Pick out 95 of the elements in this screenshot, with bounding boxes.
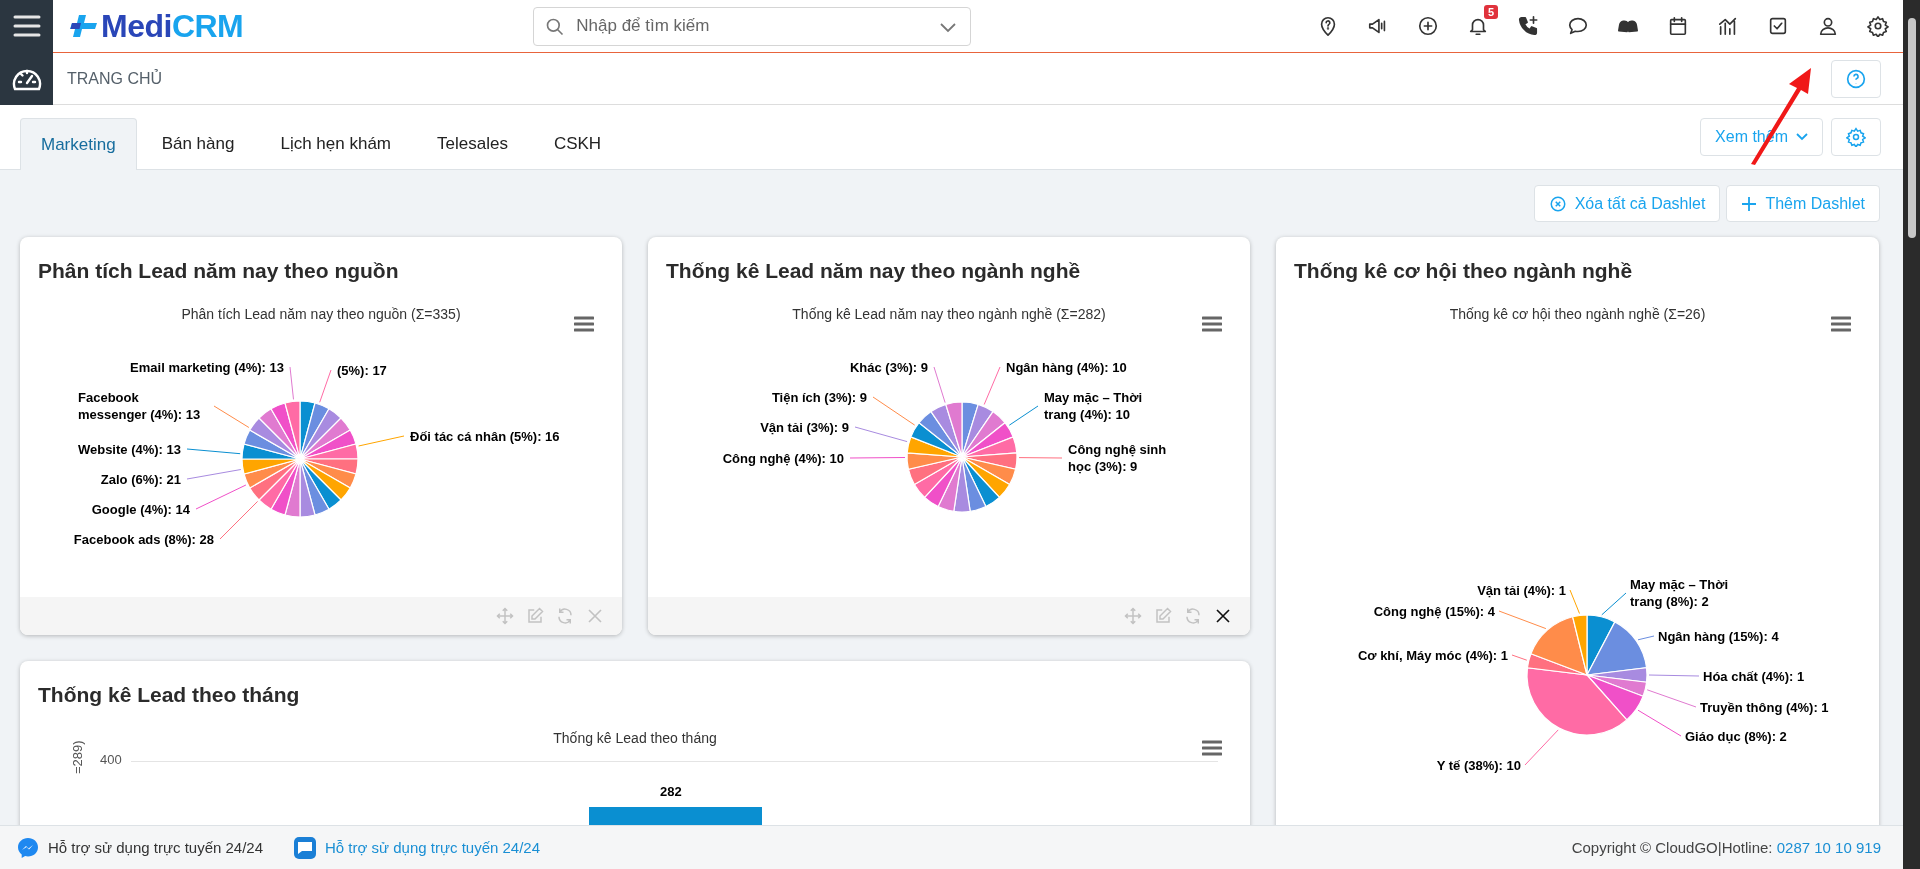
data-label: (5%): 17 xyxy=(337,361,387,379)
page-title: TRANG CHỦ xyxy=(67,69,163,88)
leader-line xyxy=(1648,674,1700,677)
messenger-icon[interactable] xyxy=(16,835,40,860)
axis-tick-label: 400 xyxy=(100,752,122,767)
help-icon xyxy=(1846,68,1866,89)
add-icon[interactable] xyxy=(1417,15,1439,37)
data-label: Facebook ads (8%): 28 xyxy=(73,530,214,548)
cross-logo-icon xyxy=(69,13,99,39)
support-link[interactable]: Hỗ trợ sử dụng trực tuyến 24/24 xyxy=(48,839,264,856)
chart-title: Phân tích Lead năm nay theo nguồn (Σ=335) xyxy=(181,306,461,322)
data-label: Giáo dục (8%): 2 xyxy=(1685,727,1787,745)
chart-icon[interactable] xyxy=(1717,15,1739,37)
data-label: 282 xyxy=(660,784,682,799)
chevron-down-icon xyxy=(1796,133,1808,141)
data-label: Google (4%): 14 xyxy=(91,500,190,518)
axis-title: =289) xyxy=(70,740,85,774)
calendar-icon[interactable] xyxy=(1667,15,1689,37)
chat-app-icon[interactable] xyxy=(293,835,318,860)
tab[interactable]: CSKH xyxy=(532,118,623,169)
chevron-down-icon[interactable] xyxy=(939,20,958,33)
chart-title: Thống kê Lead năm nay theo ngành nghề (Σ=282) xyxy=(792,306,1106,322)
leader-line xyxy=(933,366,946,404)
scrollbar[interactable] xyxy=(1903,0,1920,869)
tab[interactable]: Marketing xyxy=(20,118,137,170)
leader-line xyxy=(1018,457,1063,459)
notification-badge: 5 xyxy=(1483,5,1498,19)
settings-button[interactable] xyxy=(1831,118,1881,156)
chart-menu-icon[interactable] xyxy=(1202,740,1222,756)
user-icon[interactable] xyxy=(1817,15,1839,37)
data-label: Công nghệ (4%): 10 xyxy=(722,449,844,467)
data-label: Facebook messenger (4%): 13 xyxy=(78,389,202,423)
data-label: Email marketing (4%): 13 xyxy=(130,358,284,376)
dashlet-title: Thống kê Lead theo tháng xyxy=(37,682,301,708)
data-label: Website (4%): 13 xyxy=(77,440,181,458)
leader-line xyxy=(1637,635,1655,641)
leader-line xyxy=(1498,610,1547,630)
menu-icon[interactable] xyxy=(12,14,41,38)
data-label: Khác (3%): 9 xyxy=(849,358,928,376)
data-label: Truyền thông (4%): 1 xyxy=(1700,698,1829,716)
search-field[interactable]: Nhập để tìm kiếm xyxy=(533,6,972,46)
settings-icon[interactable] xyxy=(1867,15,1889,37)
checkbox-icon[interactable] xyxy=(1767,15,1789,37)
data-label: Công nghệ sinh học (3%): 9 xyxy=(1068,441,1168,475)
dashlet-title: Thống kê cơ hội theo ngành nghề xyxy=(1293,258,1634,284)
close-circle-icon xyxy=(1548,194,1567,213)
support-link[interactable]: Hỗ trợ sử dụng trực tuyến 24/24 xyxy=(325,839,541,856)
settings-icon xyxy=(1846,127,1866,147)
help-button[interactable] xyxy=(1831,59,1881,98)
tab[interactable]: Telesales xyxy=(416,118,529,169)
leader-line xyxy=(1008,405,1039,426)
add-dashlet-button[interactable]: Thêm Dashlet xyxy=(1726,185,1880,222)
tab[interactable]: Bán hàng xyxy=(140,118,256,169)
chat-bubble-icon[interactable] xyxy=(1567,15,1589,37)
chart-title: Thống kê Lead theo tháng xyxy=(553,730,717,746)
leader-line xyxy=(1524,729,1559,766)
leader-line xyxy=(319,369,332,403)
clear-dashlets-button[interactable]: Xóa tất cả Dashlet xyxy=(1533,185,1721,222)
hotline-link[interactable]: 0287 10 10 919 xyxy=(1776,839,1881,856)
leader-line xyxy=(1569,589,1580,614)
tab[interactable]: Lịch hẹn khám xyxy=(259,118,412,169)
data-label: May mặc – Thời trang (8%): 2 xyxy=(1630,576,1730,610)
dashlet-title: Thống kê Lead năm nay theo ngành nghề xyxy=(665,258,1082,284)
dashlet-title: Phân tích Lead năm nay theo nguồn xyxy=(37,258,400,284)
leader-line xyxy=(289,366,294,400)
data-label: May mặc – Thời trang (4%): 10 xyxy=(1044,389,1144,423)
leader-line xyxy=(186,448,241,455)
data-label: Hóa chất (4%): 1 xyxy=(1703,667,1805,685)
leader-line xyxy=(1511,654,1528,661)
copyright-text: Copyright © CloudGO|Hotline: 0287 10 10 919 xyxy=(1571,839,1881,856)
data-label: Công nghệ (15%): 4 xyxy=(1373,602,1495,620)
chart-menu-icon[interactable] xyxy=(1202,316,1222,332)
phone-icon[interactable] xyxy=(1517,15,1539,37)
logo-text: MediCRM xyxy=(101,7,244,45)
chart-menu-icon[interactable] xyxy=(574,316,594,332)
data-label: Ngân hàng (4%): 10 xyxy=(1006,358,1127,376)
leader-line xyxy=(983,366,1001,405)
leader-line xyxy=(849,457,906,459)
leader-line xyxy=(1601,592,1627,616)
data-label: Ngân hàng (15%): 4 xyxy=(1658,627,1779,645)
data-label: Tiện ích (3%): 9 xyxy=(771,388,867,406)
data-label: Vận tải (4%): 1 xyxy=(1477,581,1566,599)
search-icon xyxy=(545,16,566,37)
chart-menu-icon[interactable] xyxy=(1831,316,1851,332)
leader-line xyxy=(358,435,405,447)
data-label: Vận tải (3%): 9 xyxy=(760,418,849,436)
plus-icon xyxy=(1741,195,1758,212)
data-label: Zalo (6%): 21 xyxy=(100,470,181,488)
chart-title: Thống kê cơ hội theo ngành nghề (Σ=26) xyxy=(1449,306,1706,322)
leader-line xyxy=(186,469,242,480)
close-icon[interactable] xyxy=(1214,607,1232,625)
data-label: Cơ khí, Máy móc (4%): 1 xyxy=(1357,646,1508,664)
data-label: Đối tác cá nhân (5%): 16 xyxy=(410,427,560,445)
data-label: Y tế (38%): 10 xyxy=(1436,756,1521,774)
leader-line xyxy=(213,405,250,428)
